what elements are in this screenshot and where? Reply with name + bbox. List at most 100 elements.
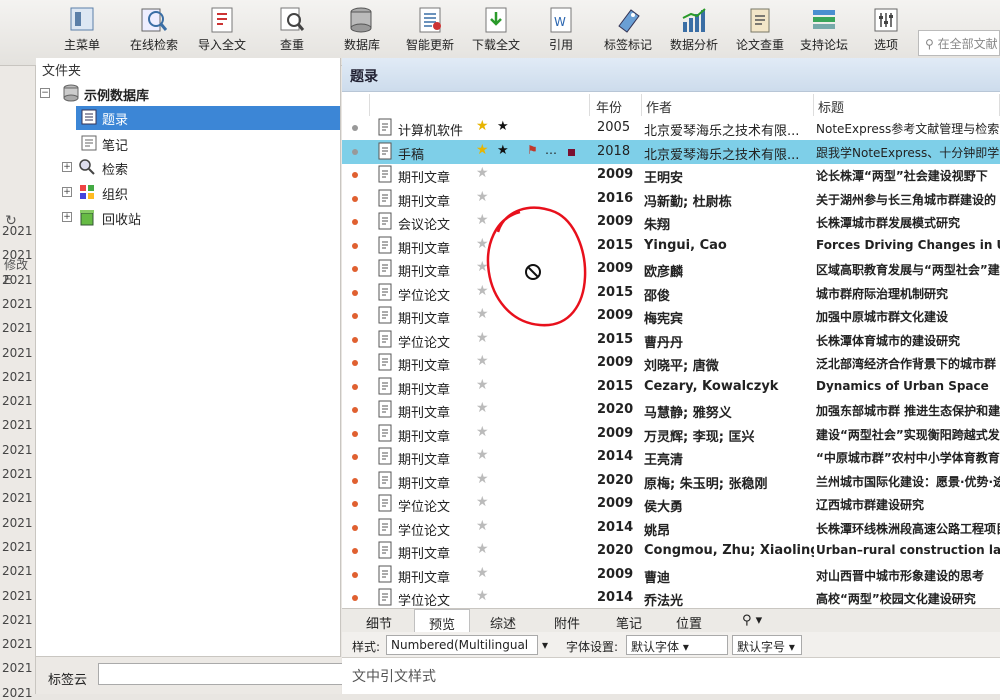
tab-preview[interactable]: 预览 — [414, 609, 471, 633]
star-icon[interactable]: ★ — [476, 565, 489, 581]
font-size-select[interactable]: 默认字号 ▾ — [732, 635, 802, 655]
star-icon[interactable]: ★ — [476, 236, 489, 252]
style-select[interactable]: Numbered(Multilingual — [386, 635, 538, 655]
year-cell: 2009 — [597, 425, 634, 441]
star-icon[interactable]: ★ — [476, 424, 489, 440]
title-cell: 加强东部城市群 推进生态保护和建设 — [816, 404, 1000, 418]
author-cell: Yingui, Cao — [644, 237, 727, 253]
column-header-type[interactable] — [370, 94, 590, 116]
star-icon[interactable]: ★ — [476, 212, 489, 228]
table-row[interactable]: 学位论文 ★ 2014 乔法光 高校“两型”校园文化建设研究 — [342, 586, 1000, 610]
star-icon[interactable]: ★ — [476, 142, 489, 158]
smart-update-button[interactable]: 智能更新 — [400, 0, 460, 66]
table-row[interactable]: 期刊文章 ★ 2009 梅宪宾 加强中原城市群文化建设 — [342, 304, 1000, 328]
column-header-title[interactable]: 标题 — [814, 94, 1000, 116]
forum-button[interactable]: 支持论坛 — [796, 0, 852, 66]
column-header-year[interactable]: 年份 — [592, 94, 642, 116]
expand-icon[interactable]: + — [62, 162, 72, 172]
star-icon[interactable]: ★ — [476, 518, 489, 534]
tree-item-search[interactable]: + 检索 — [62, 156, 340, 180]
tab-review[interactable]: 综述 — [490, 613, 516, 632]
tab-notes[interactable]: 笔记 — [616, 613, 642, 632]
star-icon[interactable]: ★ — [476, 353, 489, 369]
import-fulltext-button[interactable]: 导入全文 — [192, 0, 252, 66]
table-row[interactable]: 手稿 ★ ★ ⚑ … 2018 北京爱琴海乐之技术有限... 跟我学NoteExpress、十… — [342, 139, 1000, 164]
search-input[interactable]: ⚲ 在全部文献 — [918, 30, 1000, 56]
table-row[interactable]: 期刊文章 ★ 2015 Yingui, Cao Forces Driving Chang… — [342, 234, 1000, 258]
star-icon[interactable]: ★ — [476, 541, 489, 557]
more-icon[interactable]: … — [545, 143, 557, 157]
online-search-button[interactable]: 在线检索 — [122, 0, 186, 66]
star-icon[interactable]: ★ — [476, 400, 489, 416]
table-row[interactable]: 会议论文 ★ 2009 朱翔 长株潭城市群发展模式研究 — [342, 210, 1000, 234]
star-icon[interactable]: ★ — [476, 283, 489, 299]
tree-item-references[interactable]: 题录 — [76, 106, 340, 130]
table-row[interactable]: 期刊文章 ★ 2020 马慧静; 雅努义 加强东部城市群 推进生态保护和建设 — [342, 398, 1000, 422]
column-header-status[interactable] — [342, 94, 370, 116]
star-icon[interactable]: ★ — [476, 588, 489, 604]
table-row[interactable]: 学位论文 ★ 2015 曹丹丹 长株潭体育城市的建设研究 — [342, 328, 1000, 352]
star-icon[interactable]: ★ — [476, 189, 489, 205]
cite-button[interactable]: W 引用 — [536, 0, 586, 66]
modify-date-cell: 2021 — [2, 321, 33, 336]
star-icon[interactable]: ★ — [476, 494, 489, 510]
modify-date-cell: 2021 — [2, 588, 33, 603]
priority-star-icon[interactable]: ★ — [497, 119, 509, 134]
tag-cloud-input[interactable] — [98, 663, 354, 685]
year-cell: 2015 — [597, 284, 634, 300]
star-icon[interactable]: ★ — [476, 165, 489, 181]
tree-item-notes[interactable]: 笔记 — [76, 132, 340, 156]
star-icon[interactable]: ★ — [476, 259, 489, 275]
duplicate-check-button[interactable]: 查重 — [266, 0, 318, 66]
chevron-down-icon[interactable]: ▾ — [542, 638, 548, 652]
table-row[interactable]: 计算机软件 ★ ★ 2005 北京爱琴海乐之技术有限... NoteExpress参考文献… — [342, 116, 1000, 140]
collapse-icon[interactable]: − — [40, 88, 50, 98]
column-header-author[interactable]: 作者 — [642, 94, 814, 116]
expand-icon[interactable]: + — [62, 212, 72, 222]
tab-attachments[interactable]: 附件 — [554, 613, 580, 632]
tree-item-recycle-bin[interactable]: + 回收站 — [62, 206, 340, 230]
download-fulltext-button[interactable]: 下载全文 — [466, 0, 526, 66]
main-menu-button[interactable]: 主菜单 — [50, 0, 114, 66]
paper-check-button[interactable]: 论文查重 — [732, 0, 788, 66]
flag-icon[interactable]: ⚑ — [527, 143, 538, 157]
author-cell: 乔法光 — [644, 594, 684, 609]
priority-star-icon[interactable]: ★ — [497, 143, 509, 158]
table-row[interactable]: 期刊文章 ★ 2009 欧彦麟 区域高职教育发展与“两型社会”建 — [342, 257, 1000, 281]
table-row[interactable]: 期刊文章 ★ 2015 Cezary, Kowalczyk Dynamics of Ur… — [342, 375, 1000, 399]
table-row[interactable]: 学位论文 ★ 2009 侯大勇 辽西城市群建设研究 — [342, 492, 1000, 516]
paperclip-icon[interactable]: ⚲ ▾ — [742, 613, 762, 628]
year-cell: 2018 — [597, 143, 631, 159]
star-icon[interactable]: ★ — [476, 377, 489, 393]
year-cell: 2015 — [597, 378, 634, 394]
star-icon[interactable]: ★ — [476, 306, 489, 322]
table-row[interactable]: 期刊文章 ★ 2020 Congmou, Zhu; Xiaoling, Urban–ru… — [342, 539, 1000, 563]
table-row[interactable]: 期刊文章 ★ 2014 王亮清 “中原城市群”农村中小学体育教育 — [342, 445, 1000, 469]
tag-button[interactable]: 标签标记 — [600, 0, 656, 66]
star-icon[interactable]: ★ — [476, 118, 489, 134]
table-row[interactable]: 期刊文章 ★ 2020 原梅; 朱玉明; 张稳刚 兰州城市国际化建设：愿景·优势·途径 — [342, 469, 1000, 493]
table-row[interactable]: 期刊文章 ★ 2009 万灵辉; 李现; 匡兴 建设“两型社会”实现衡阳跨越式发 — [342, 422, 1000, 446]
expand-icon[interactable]: + — [62, 187, 72, 197]
database-button[interactable]: 数据库 — [336, 0, 388, 66]
table-row[interactable]: 期刊文章 ★ 2009 刘晓平; 唐微 泛北部湾经济合作背景下的城市群 — [342, 351, 1000, 375]
tree-item-database[interactable]: − 示例数据库 — [40, 82, 340, 106]
tree-label: 回收站 — [102, 213, 142, 228]
read-status-dot — [352, 571, 358, 578]
star-icon[interactable]: ★ — [476, 447, 489, 463]
tab-location[interactable]: 位置 — [676, 613, 702, 632]
table-row[interactable]: 学位论文 ★ 2014 姚昂 长株潭环线株洲段高速公路工程项目建 — [342, 516, 1000, 540]
table-row[interactable]: 学位论文 ★ 2015 邵俊 城市群府际治理机制研究 — [342, 281, 1000, 305]
star-icon[interactable]: ★ — [476, 471, 489, 487]
table-row[interactable]: 期刊文章 ★ 2016 冯新勤; 杜尉栋 关于湖州参与长三角城市群建设的 — [342, 187, 1000, 211]
star-icon[interactable]: ★ — [476, 330, 489, 346]
tree-item-organize[interactable]: + 组织 — [62, 181, 340, 205]
options-button[interactable]: 选项 — [862, 0, 910, 66]
font-select[interactable]: 默认字体 ▾ — [626, 635, 728, 655]
table-row[interactable]: 期刊文章 ★ 2009 曹迪 对山西晋中城市形象建设的思考 — [342, 563, 1000, 587]
reference-type: 期刊文章 — [398, 382, 451, 398]
tab-details[interactable]: 细节 — [366, 613, 392, 632]
table-row[interactable]: 期刊文章 ★ 2009 王明安 论长株潭“两型”社会建设视野下 — [342, 163, 1000, 187]
data-analysis-button[interactable]: 数据分析 — [666, 0, 722, 66]
read-status-dot — [352, 195, 358, 202]
